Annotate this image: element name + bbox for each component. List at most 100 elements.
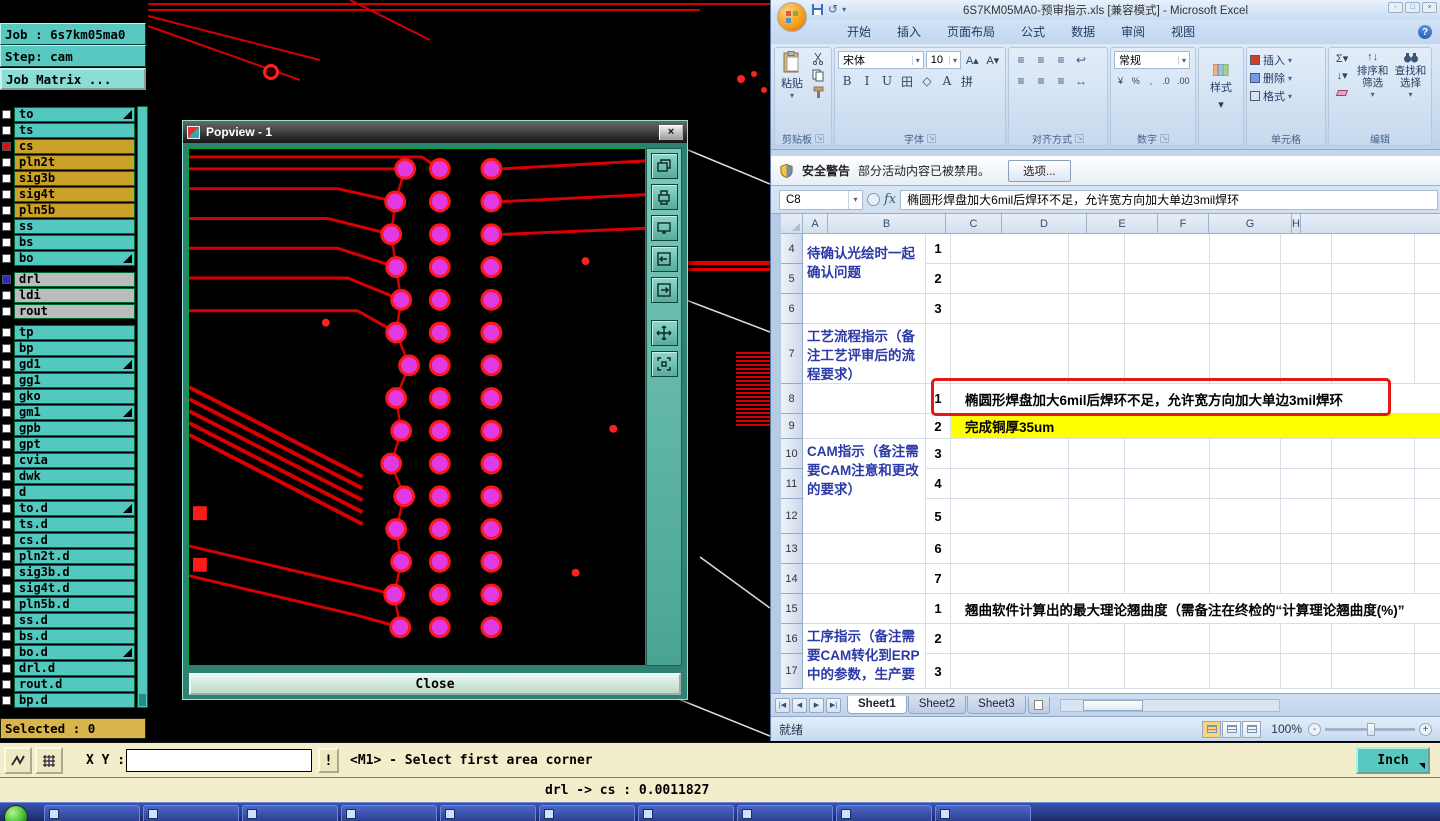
cell-tail[interactable] <box>1415 234 1440 264</box>
cell-A[interactable] <box>803 414 926 439</box>
taskbar-button[interactable] <box>440 805 536 821</box>
layer-label[interactable]: ss.d <box>14 612 135 628</box>
ribbon-tab[interactable]: 页面布局 <box>935 20 1007 44</box>
office-button[interactable] <box>777 2 807 32</box>
cell-B[interactable]: 2 <box>926 624 951 654</box>
cell-H[interactable] <box>1332 499 1415 534</box>
number-format-button[interactable]: .00 <box>1174 72 1192 90</box>
cell-H[interactable] <box>1332 439 1415 469</box>
layer-row[interactable]: rout.d <box>0 676 137 692</box>
align-middle-button[interactable]: ≡ <box>1032 51 1050 69</box>
paste-button[interactable]: 粘贴 ▾ <box>778 51 806 100</box>
last-sheet-button[interactable]: ▶| <box>826 697 841 713</box>
undo-icon[interactable]: ↺ <box>828 2 838 16</box>
layer-label[interactable]: drl.d <box>14 660 135 676</box>
cell-G[interactable] <box>1281 624 1332 654</box>
cell-C-text[interactable]: 翘曲软件计算出的最大理论翘曲度（需备注在终检的“计算理论翘曲度(%)” <box>951 594 1440 623</box>
layer-checkbox[interactable] <box>2 519 11 529</box>
layer-checkbox[interactable] <box>2 663 11 673</box>
horizontal-scrollbar[interactable] <box>1059 698 1280 712</box>
layer-row[interactable]: gko <box>0 388 137 404</box>
cell-F[interactable] <box>1210 264 1281 294</box>
cells-button[interactable]: 插入 ▾ <box>1250 51 1322 69</box>
cell-C[interactable] <box>951 499 1069 534</box>
cell-B[interactable]: 1 <box>926 594 951 624</box>
autosum-button[interactable]: Σ ▾ <box>1332 51 1352 66</box>
layer-row[interactable]: cvia <box>0 452 137 468</box>
zoom-slider-handle[interactable] <box>1367 722 1375 736</box>
font-style-button[interactable]: ◇ <box>918 72 936 90</box>
formula-bar-button[interactable] <box>867 193 880 206</box>
cell-tail[interactable] <box>1415 499 1440 534</box>
taskbar-button[interactable] <box>836 805 932 821</box>
layer-row[interactable]: sig4t.d <box>0 580 137 596</box>
cell-G[interactable] <box>1281 439 1332 469</box>
taskbar-button[interactable] <box>44 805 140 821</box>
zoom-in-button[interactable]: + <box>1419 722 1432 736</box>
cell-E[interactable] <box>1125 294 1210 324</box>
grid-tool-button[interactable] <box>35 747 63 774</box>
alert-button[interactable]: ! <box>318 748 339 773</box>
layer-label[interactable]: bo.d <box>14 644 135 660</box>
row-header[interactable]: 16 <box>781 624 803 654</box>
row-header[interactable]: 12 <box>781 499 803 534</box>
cell-F[interactable] <box>1210 234 1281 264</box>
cell-D[interactable] <box>1069 294 1125 324</box>
ribbon-tab[interactable]: 视图 <box>1159 20 1207 44</box>
formula-input[interactable]: 椭圆形焊盘加大6mil后焊环不足，允许宽方向加大单边3mil焊环 <box>900 189 1438 210</box>
zoom-slider[interactable] <box>1325 722 1415 736</box>
cell-E[interactable] <box>1125 469 1210 499</box>
cell-D[interactable] <box>1069 534 1125 564</box>
layer-checkbox[interactable] <box>2 109 11 119</box>
cell-F[interactable] <box>1210 624 1281 654</box>
ribbon-tab[interactable]: 开始 <box>835 20 883 44</box>
align-top-button[interactable]: ≡ <box>1012 51 1030 69</box>
layer-row[interactable]: pln2t.d <box>0 548 137 564</box>
cell-B[interactable]: 2 <box>926 414 951 439</box>
cell-H[interactable] <box>1332 324 1415 384</box>
copy-button[interactable] <box>809 68 828 83</box>
cell-E[interactable] <box>1125 654 1210 689</box>
font-style-button[interactable]: A <box>938 72 956 90</box>
help-button[interactable]: ? <box>1418 25 1432 39</box>
cell-G[interactable] <box>1281 234 1332 264</box>
taskbar-button[interactable] <box>638 805 734 821</box>
layer-label[interactable]: gd1 <box>14 356 135 372</box>
layer-row[interactable]: d <box>0 484 137 500</box>
layer-checkbox[interactable] <box>2 221 11 231</box>
cell-H[interactable] <box>1332 469 1415 499</box>
cell-tail[interactable] <box>1415 624 1440 654</box>
close-button[interactable]: × <box>1422 2 1437 13</box>
layer-label[interactable]: to <box>14 106 135 122</box>
cell-G[interactable] <box>1281 294 1332 324</box>
layer-row[interactable]: sig3b <box>0 170 137 186</box>
taskbar-button[interactable] <box>539 805 635 821</box>
layer-label[interactable]: ss <box>14 218 135 234</box>
row-header[interactable]: 13 <box>781 534 803 564</box>
layer-row[interactable]: drl <box>0 271 137 287</box>
layer-label[interactable]: rout.d <box>14 676 135 692</box>
column-header[interactable]: B <box>828 214 946 234</box>
layer-row[interactable]: sig4t <box>0 186 137 202</box>
layer-row[interactable]: ss.d <box>0 612 137 628</box>
layer-label[interactable]: gg1 <box>14 372 135 388</box>
cell-D[interactable] <box>1069 324 1125 384</box>
layer-row[interactable]: bo.d <box>0 644 137 660</box>
layer-checkbox[interactable] <box>2 407 11 417</box>
layer-row[interactable]: drl.d <box>0 660 137 676</box>
cell-C[interactable] <box>951 469 1069 499</box>
popview-print-button[interactable] <box>650 184 678 210</box>
row-header[interactable]: 10 <box>781 439 803 469</box>
taskbar-button[interactable] <box>143 805 239 821</box>
layer-checkbox[interactable] <box>2 125 11 135</box>
layer-row[interactable]: bp.d <box>0 692 137 708</box>
cell-H[interactable] <box>1332 234 1415 264</box>
cells-button[interactable]: 格式 ▾ <box>1250 87 1322 105</box>
cell-D[interactable] <box>1069 234 1125 264</box>
popview-canvas[interactable] <box>188 148 646 666</box>
layer-checkbox[interactable] <box>2 391 11 401</box>
taskbar-button[interactable] <box>242 805 338 821</box>
cell-G[interactable] <box>1281 324 1332 384</box>
layer-row[interactable]: cs <box>0 138 137 154</box>
grow-font-button[interactable]: A▴ <box>963 51 982 69</box>
